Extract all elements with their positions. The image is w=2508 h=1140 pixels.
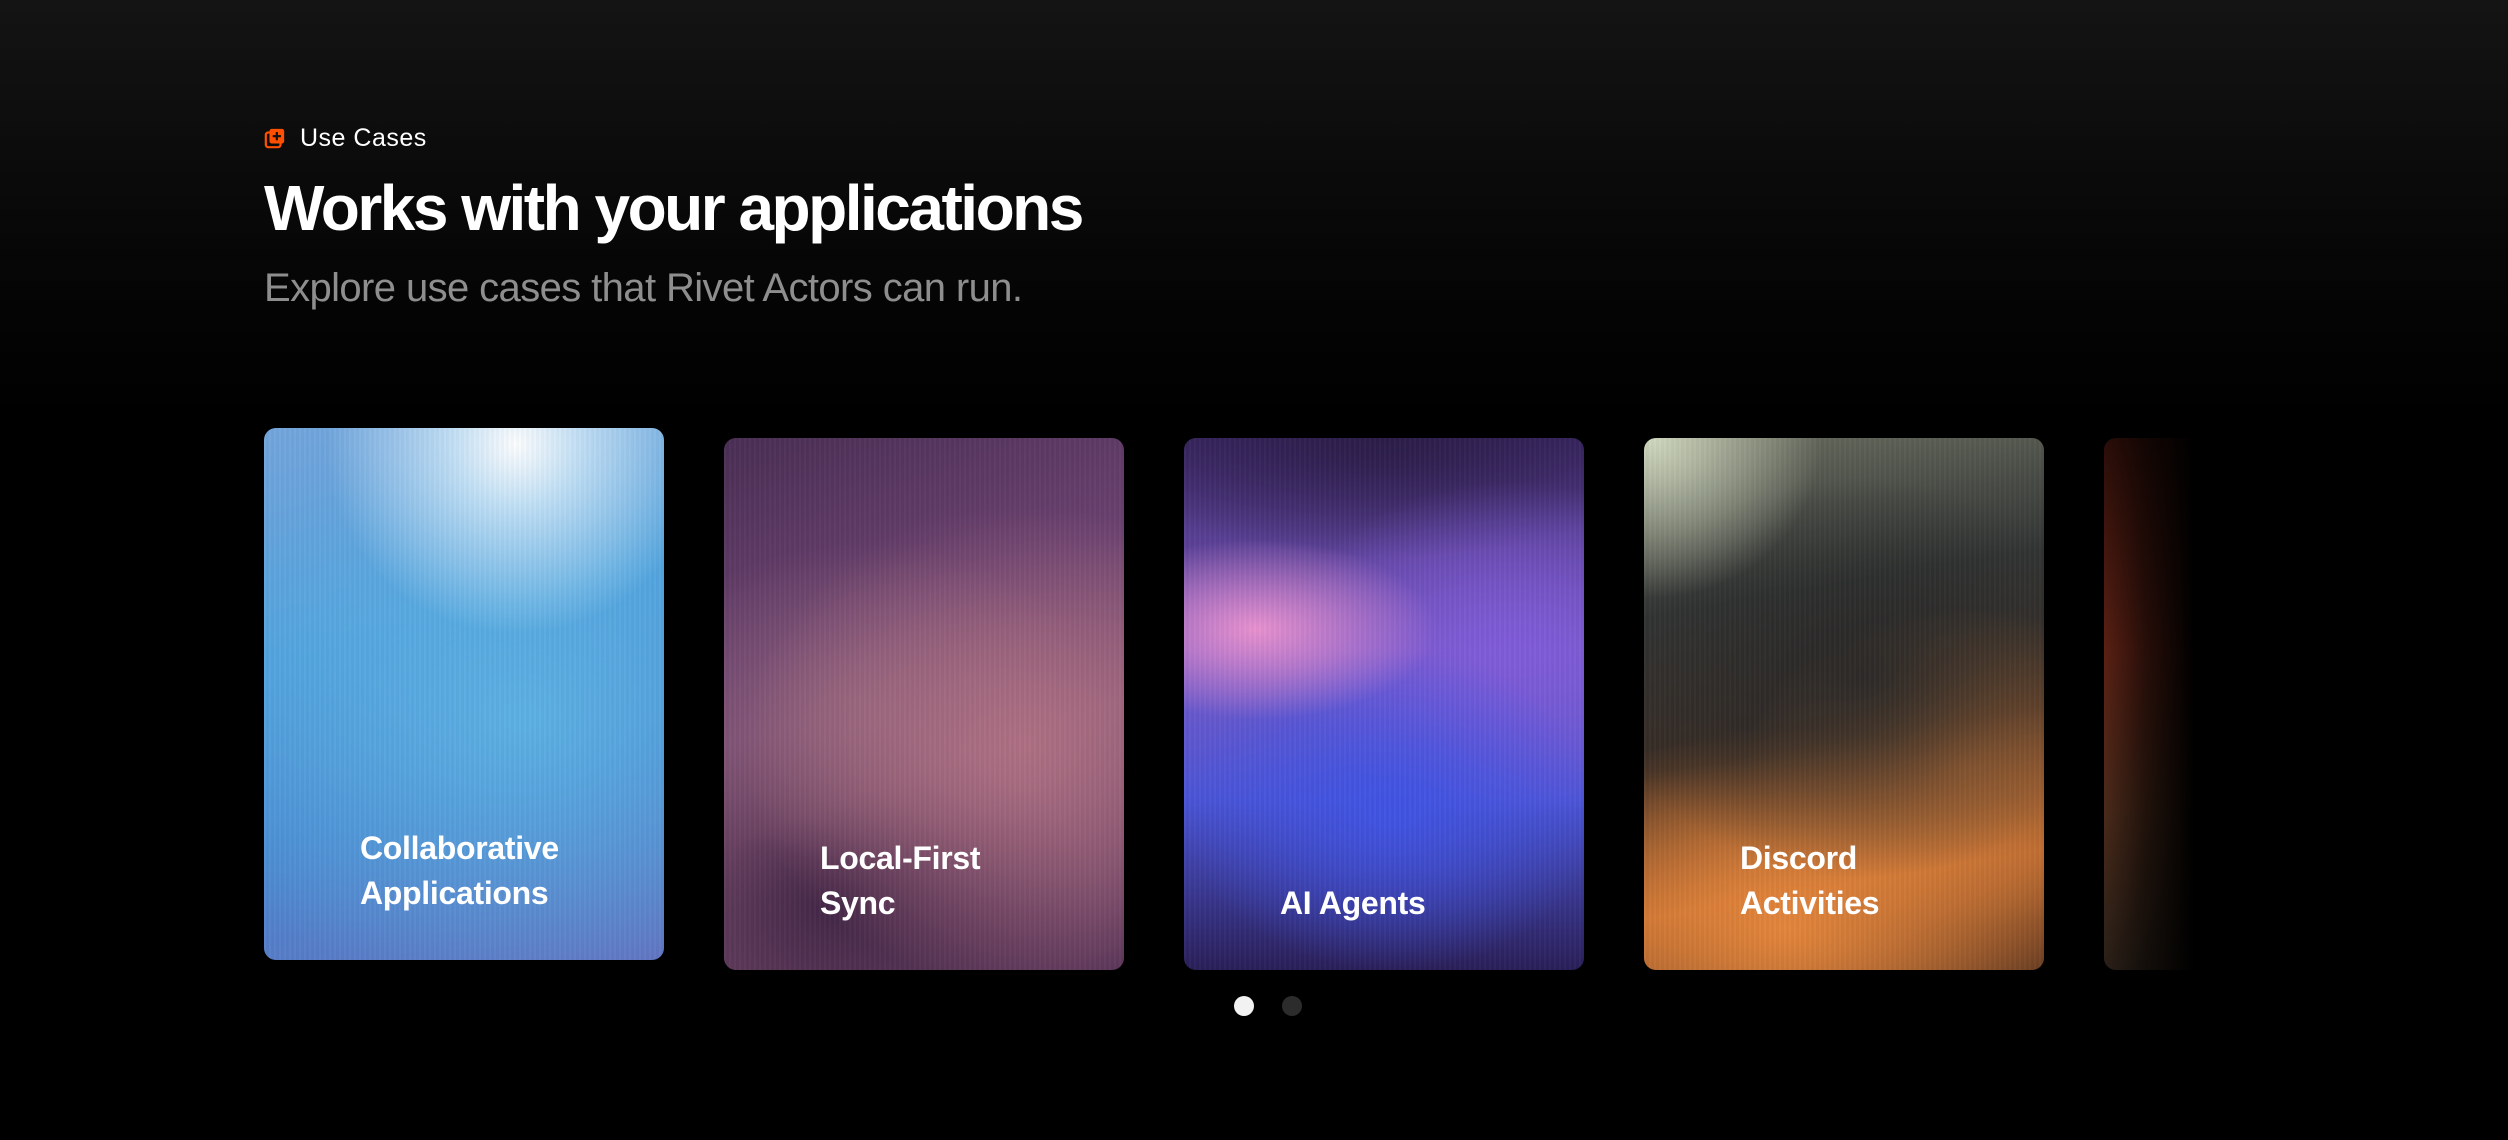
section-eyebrow: Use Cases [264, 120, 427, 156]
square-plus-icon [264, 128, 285, 149]
eyebrow-label: Use Cases [300, 123, 427, 152]
card-title: Collaborative Applications [360, 830, 559, 911]
card-local-first-sync[interactable]: Local-First Sync [724, 438, 1124, 970]
pagination-dot-2[interactable] [1282, 996, 1302, 1016]
section-subtitle: Explore use cases that Rivet Actors can … [264, 266, 1023, 310]
carousel-pagination [1234, 996, 1302, 1016]
card-ai-agents[interactable]: AI Agents [1184, 438, 1584, 970]
card-next-partial[interactable] [2104, 438, 2194, 970]
card-title: Discord Activities [1740, 840, 1880, 921]
section-title: Works with your applications [264, 172, 1084, 244]
card-title: AI Agents [1280, 885, 1426, 921]
pagination-dot-1[interactable] [1234, 996, 1254, 1016]
use-case-carousel[interactable]: Collaborative Applications Local-First S… [264, 428, 2194, 972]
card-title: Local-First Sync [820, 840, 981, 921]
use-cases-section: Use Cases Works with your applications E… [0, 0, 2508, 1140]
card-collaborative-applications[interactable]: Collaborative Applications [264, 428, 664, 960]
card-discord-activities[interactable]: Discord Activities [1644, 438, 2044, 970]
